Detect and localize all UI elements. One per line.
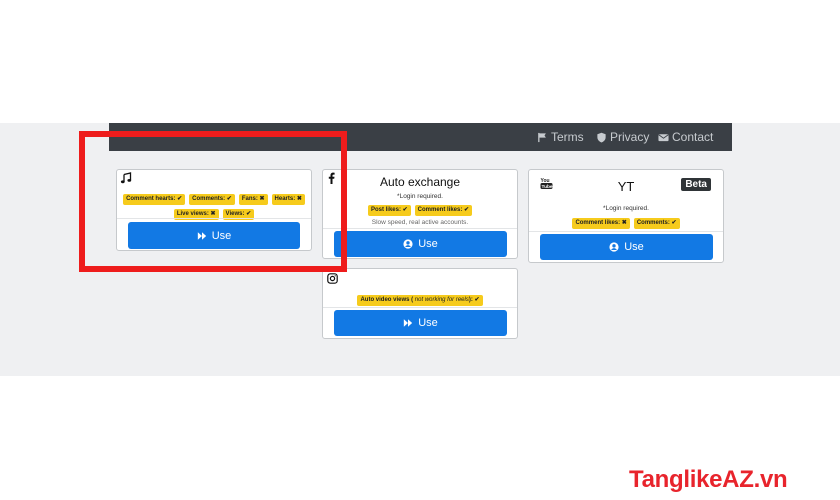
tiktok-badge-list: Comment hearts: ✔ Comments: ✔ Fans: ✖ He…	[117, 194, 311, 220]
youtube-login-note: *Login required.	[603, 205, 649, 212]
card-tiktok: Comment hearts: ✔ Comments: ✔ Fans: ✖ He…	[116, 169, 312, 251]
card-divider	[117, 218, 311, 219]
shield-icon	[597, 132, 606, 142]
badge-comment-likes: Comment likes: ✖	[572, 218, 630, 229]
card-divider	[323, 307, 517, 308]
instagram-use-button[interactable]: Use	[334, 310, 507, 336]
user-circle-icon	[609, 242, 619, 252]
watermark-text: TanglikeAZ.vn	[629, 466, 788, 493]
instagram-badge-list: Auto video views ( not working for reels…	[323, 295, 517, 306]
nav-contact-link[interactable]: Contact	[658, 130, 713, 144]
badge-comments: Comments: ✔	[633, 218, 680, 229]
badge-post-likes: Post likes: ✔	[367, 205, 411, 216]
beta-badge: Beta	[681, 178, 711, 191]
card-facebook: Auto exchange *Login required. Post like…	[322, 169, 518, 259]
page: Terms Privacy Contact Comment hearts: ✔ …	[0, 0, 840, 500]
badge-auto-video-views: Auto video views ( not working for reels…	[357, 295, 483, 306]
card-instagram: Auto video views ( not working for reels…	[322, 268, 518, 339]
nav-contact-label: Contact	[672, 130, 714, 144]
facebook-use-button[interactable]: Use	[334, 231, 507, 257]
nav-terms-link[interactable]: Terms	[537, 130, 584, 144]
use-button-label: Use	[211, 229, 232, 242]
badge-comment-hearts: Comment hearts: ✔	[123, 194, 186, 205]
nav-terms-label: Terms	[551, 130, 584, 144]
use-button-label: Use	[624, 241, 644, 253]
nav-privacy-link[interactable]: Privacy	[596, 130, 649, 144]
badge-fans: Fans: ✖	[238, 194, 268, 205]
instagram-icon	[327, 273, 338, 284]
user-circle-icon	[403, 239, 413, 249]
top-navbar: Terms Privacy Contact	[109, 123, 732, 151]
facebook-login-note: *Login required.	[397, 193, 443, 200]
badge-comments: Comments: ✔	[189, 194, 235, 205]
facebook-card-title: Auto exchange	[379, 175, 461, 189]
navbar-brand[interactable]	[117, 129, 167, 139]
fast-forward-icon	[404, 319, 413, 327]
card-divider	[323, 228, 517, 229]
card-divider	[529, 231, 723, 232]
badge-comment-likes: Comment likes: ✔	[414, 205, 473, 216]
youtube-badge-list: Comment likes: ✖ Comments: ✔	[529, 218, 723, 229]
flag-icon	[538, 132, 546, 142]
card-youtube: You Tube YT Beta *Login required. Comment…	[528, 169, 724, 263]
facebook-badge-list: Post likes: ✔ Comment likes: ✔	[323, 205, 517, 216]
envelope-icon	[658, 133, 669, 141]
music-note-icon	[120, 172, 132, 184]
fast-forward-icon	[197, 231, 206, 240]
use-button-label: Use	[418, 317, 438, 329]
facebook-speed-note: Slow speed, real active accounts.	[371, 219, 469, 226]
youtube-use-button[interactable]: Use	[540, 234, 713, 260]
badge-hearts: Hearts: ✖	[271, 194, 305, 205]
tiktok-use-button[interactable]: Use	[128, 222, 300, 249]
use-button-label: Use	[418, 238, 438, 250]
nav-privacy-label: Privacy	[610, 130, 650, 144]
